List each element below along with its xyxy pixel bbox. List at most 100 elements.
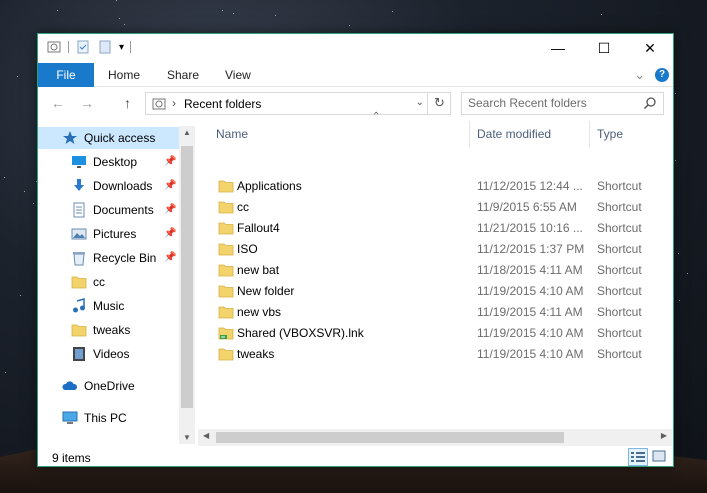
forward-button[interactable]: → bbox=[80, 95, 94, 111]
search-input[interactable] bbox=[468, 96, 638, 110]
file-row[interactable]: tweaks 11/19/2015 4:10 AM Shortcut bbox=[198, 344, 672, 365]
address-bar[interactable]: › Recent folders ⌄ bbox=[145, 92, 451, 115]
breadcrumb-separator-icon[interactable]: › bbox=[172, 96, 176, 110]
pin-icon[interactable]: 📌 bbox=[164, 204, 176, 215]
star bbox=[675, 160, 676, 161]
minimize-button[interactable]: — bbox=[535, 34, 581, 62]
nav-scrollbar-thumb[interactable] bbox=[181, 146, 193, 408]
nav-item-cc[interactable]: cc bbox=[38, 271, 179, 293]
file-type: Shortcut bbox=[597, 263, 642, 277]
tab-share[interactable]: Share bbox=[167, 63, 199, 87]
back-button[interactable]: ← bbox=[51, 95, 65, 111]
file-row[interactable]: new vbs 11/19/2015 4:11 AM Shortcut bbox=[198, 302, 672, 323]
computer-icon bbox=[62, 411, 78, 424]
nav-item-recycle-bin[interactable]: Recycle Bin 📌 bbox=[38, 247, 179, 269]
file-row[interactable]: Applications 11/12/2015 12:44 ... Shortcut bbox=[198, 176, 672, 197]
column-divider[interactable] bbox=[469, 121, 470, 147]
column-header-name[interactable]: Name bbox=[216, 119, 248, 149]
file-row[interactable]: ISO 11/12/2015 1:37 PM Shortcut bbox=[198, 239, 672, 260]
tab-file[interactable]: File bbox=[38, 63, 94, 87]
pin-icon[interactable]: 📌 bbox=[164, 180, 176, 191]
star bbox=[57, 10, 58, 11]
sort-ascending-icon: ⌃ bbox=[372, 111, 381, 122]
file-row[interactable]: new bat 11/18/2015 4:11 AM Shortcut bbox=[198, 260, 672, 281]
folder-icon bbox=[218, 243, 234, 256]
star bbox=[275, 15, 276, 16]
nav-item-tweaks[interactable]: tweaks bbox=[38, 319, 179, 341]
documents-icon bbox=[73, 202, 85, 218]
nav-scrollbar[interactable]: ▲ ▼ bbox=[179, 126, 195, 444]
close-button[interactable]: ✕ bbox=[627, 34, 673, 62]
large-icons-view-button[interactable] bbox=[650, 448, 670, 466]
maximize-button[interactable]: ☐ bbox=[581, 34, 627, 62]
nav-item-label: This PC bbox=[84, 411, 127, 425]
column-header-type[interactable]: Type bbox=[597, 119, 623, 149]
scroll-up-icon[interactable]: ▲ bbox=[179, 128, 195, 137]
scroll-left-icon[interactable]: ◀ bbox=[203, 431, 209, 440]
cloud-icon bbox=[62, 381, 78, 390]
nav-item-quick-access[interactable]: Quick access bbox=[38, 127, 179, 149]
pin-icon[interactable]: 📌 bbox=[164, 228, 176, 239]
nav-item-videos[interactable]: Videos bbox=[38, 343, 179, 365]
file-name: Applications bbox=[237, 179, 302, 193]
nav-item-label: cc bbox=[93, 275, 105, 289]
file-row[interactable]: cc 11/9/2015 6:55 AM Shortcut bbox=[198, 197, 672, 218]
file-type: Shortcut bbox=[597, 242, 642, 256]
qat-dropdown-icon[interactable]: ▾ bbox=[119, 42, 124, 53]
properties-icon[interactable] bbox=[75, 39, 91, 55]
new-folder-icon[interactable] bbox=[97, 39, 113, 55]
scroll-right-icon[interactable]: ▶ bbox=[661, 431, 667, 440]
nav-item-desktop[interactable]: Desktop 📌 bbox=[38, 151, 179, 173]
file-type: Shortcut bbox=[597, 221, 642, 235]
star bbox=[17, 76, 18, 77]
breadcrumb-recent-folders[interactable]: Recent folders bbox=[184, 97, 261, 111]
desktop-icon bbox=[72, 156, 86, 168]
scroll-down-icon[interactable]: ▼ bbox=[179, 433, 195, 442]
download-icon bbox=[74, 179, 84, 191]
star bbox=[4, 177, 5, 178]
file-type: Shortcut bbox=[597, 347, 642, 361]
nav-item-onedrive[interactable]: OneDrive bbox=[38, 375, 179, 397]
pin-icon[interactable]: 📌 bbox=[164, 156, 176, 167]
file-row[interactable]: New folder 11/19/2015 4:10 AM Shortcut bbox=[198, 281, 672, 302]
nav-item-this-pc[interactable]: This PC bbox=[38, 407, 179, 429]
folder-icon bbox=[218, 285, 234, 298]
tab-view[interactable]: View bbox=[225, 63, 251, 87]
star bbox=[233, 13, 234, 14]
up-button[interactable]: ↑ bbox=[124, 95, 131, 111]
star bbox=[116, 0, 117, 1]
nav-item-downloads[interactable]: Downloads 📌 bbox=[38, 175, 179, 197]
nav-item-documents[interactable]: Documents 📌 bbox=[38, 199, 179, 221]
folder-icon bbox=[218, 264, 234, 277]
pin-icon[interactable]: 📌 bbox=[164, 252, 176, 263]
file-name: Fallout4 bbox=[237, 221, 280, 235]
column-header-date[interactable]: Date modified bbox=[477, 119, 551, 149]
column-divider[interactable] bbox=[589, 121, 590, 147]
file-name: Shared (VBOXSVR).lnk bbox=[237, 326, 364, 340]
file-row[interactable]: Shared (VBOXSVR).lnk 11/19/2015 4:10 AM Sh… bbox=[198, 323, 672, 344]
horizontal-scrollbar[interactable]: ◀ ▶ bbox=[198, 429, 672, 446]
star bbox=[33, 203, 34, 204]
file-name: new vbs bbox=[237, 305, 282, 319]
details-view-button[interactable] bbox=[628, 448, 648, 466]
quick-access-toolbar: ▾ bbox=[46, 39, 132, 55]
help-icon[interactable]: ? bbox=[655, 68, 669, 82]
recycle-bin-icon bbox=[73, 252, 85, 266]
folder-icon bbox=[71, 324, 87, 337]
nav-item-pictures[interactable]: Pictures 📌 bbox=[38, 223, 179, 245]
address-dropdown-icon[interactable]: ⌄ bbox=[416, 97, 424, 108]
star bbox=[679, 300, 680, 301]
search-icon[interactable] bbox=[643, 96, 657, 110]
file-row[interactable]: Fallout4 11/21/2015 10:16 ... Shortcut bbox=[198, 218, 672, 239]
refresh-button[interactable]: ↻ bbox=[427, 92, 451, 115]
file-date: 11/21/2015 10:16 ... bbox=[477, 221, 583, 235]
file-date: 11/19/2015 4:11 AM bbox=[477, 305, 583, 319]
expand-ribbon-icon[interactable]: ⌄ bbox=[634, 67, 645, 83]
title-bar: ▾ — ☐ ✕ bbox=[38, 34, 673, 62]
tab-home[interactable]: Home bbox=[108, 63, 140, 87]
horizontal-scrollbar-thumb[interactable] bbox=[216, 432, 564, 443]
explorer-app-icon[interactable] bbox=[46, 39, 62, 55]
folder-icon bbox=[218, 306, 234, 319]
nav-item-music[interactable]: Music bbox=[38, 295, 179, 317]
star bbox=[392, 11, 393, 12]
